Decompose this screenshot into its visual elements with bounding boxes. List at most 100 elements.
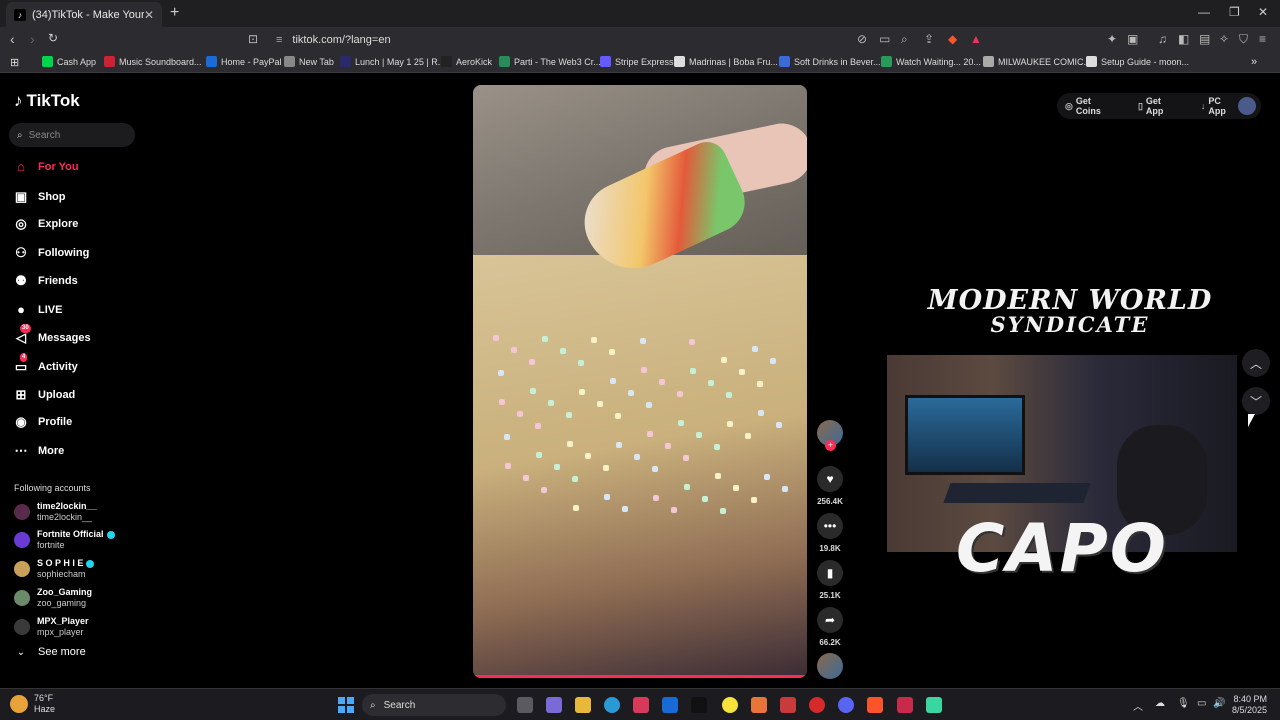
sidebar-item-following[interactable]: ⚇ Following [12, 245, 89, 261]
tray-overflow-icon[interactable]: ︿ [1133, 698, 1143, 713]
comment-button[interactable]: ••• 19.8K [815, 513, 845, 553]
sidebar-item-explore[interactable]: ◎ Explore [12, 216, 78, 232]
app-icon-tf[interactable] [780, 697, 796, 713]
snapchat-icon[interactable] [722, 697, 738, 713]
get-coins-button[interactable]: ◎ Get Coins [1065, 96, 1126, 116]
bookmark-item[interactable]: Madrinas | Boba Fru... [674, 56, 778, 67]
restore-button[interactable]: ❐ [1229, 5, 1240, 19]
music-disc[interactable] [815, 653, 845, 679]
copilot-icon[interactable] [546, 697, 562, 713]
following-account-item[interactable]: Fortnite Official fortnite [14, 529, 115, 551]
no-tracking-icon[interactable]: ⊘ [857, 32, 867, 46]
sidebar-item-messages[interactable]: ◁ 30 Messages [12, 324, 91, 346]
windows-start-icon[interactable] [338, 697, 354, 713]
app-icon-red[interactable] [897, 697, 913, 713]
search-input[interactable]: ⌕ Search [9, 123, 135, 147]
follow-plus-icon[interactable]: + [825, 440, 836, 451]
music-disc-icon [817, 653, 843, 679]
vpn-icon[interactable]: ⛉ [1239, 32, 1248, 47]
bookmark-item[interactable]: New Tab [284, 56, 334, 67]
site-settings-icon[interactable]: ≡ [276, 34, 282, 46]
wallet-icon[interactable]: ▤ [1199, 32, 1210, 46]
tab-search-icon[interactable]: ▣ [1127, 32, 1138, 46]
see-more-button[interactable]: ⌄ See more [12, 646, 86, 658]
apps-grid-icon[interactable]: ⊞ [10, 56, 19, 69]
onedrive-icon[interactable]: ☁ [1155, 698, 1165, 709]
tiktok-app-icon[interactable] [691, 697, 707, 713]
bookmark-item[interactable]: Lunch | May 1 25 | R... [340, 56, 445, 67]
task-view-icon[interactable] [517, 697, 533, 713]
bookmark-item[interactable]: Watch Waiting... 20... [881, 56, 981, 67]
bookmark-item[interactable]: Stripe Express [600, 56, 674, 67]
app-icon-orange[interactable] [751, 697, 767, 713]
cast-icon[interactable]: ▭ [879, 32, 890, 46]
video-progress-bar[interactable] [473, 675, 807, 678]
sidebar-item-upload[interactable]: ⊞ Upload [12, 387, 76, 403]
forward-button[interactable]: › [30, 31, 35, 47]
new-tab-button[interactable]: + [170, 4, 179, 22]
weather-widget[interactable]: 76°F Haze [10, 693, 55, 715]
brave-shield-icon[interactable]: ◆ [948, 32, 957, 46]
sidebar-item-for-you[interactable]: ⌂ For You [12, 159, 78, 174]
sidebar-toggle-icon[interactable]: ◧ [1178, 32, 1189, 46]
close-tab-icon[interactable]: ✕ [144, 8, 154, 22]
leo-ai-icon[interactable]: ✧ [1219, 32, 1229, 46]
previous-video-button[interactable]: ︿ [1242, 349, 1270, 377]
bookmark-item[interactable]: Cash App [42, 56, 96, 67]
bookmark-item[interactable]: Music Soundboard... [104, 56, 202, 67]
discord-icon[interactable] [838, 697, 854, 713]
like-button[interactable]: ♥ 256.4K [815, 466, 845, 506]
minimize-button[interactable]: — [1198, 5, 1210, 19]
sidebar-item-more[interactable]: ⋯ More [12, 443, 65, 459]
reload-button[interactable]: ↻ [48, 31, 58, 45]
browser-tab[interactable]: ♪ (34)TikTok - Make Your Day ✕ [6, 2, 162, 27]
following-account-item[interactable]: Zoo_Gaming zoo_gaming [14, 587, 92, 609]
volume-icon[interactable]: 🔊 [1213, 698, 1225, 709]
menu-icon[interactable]: ≡ [1259, 32, 1266, 46]
bookmark-item[interactable]: Setup Guide - moon... [1086, 56, 1189, 67]
sidebar-item-shop[interactable]: ▣ Shop [12, 189, 66, 205]
share-icon[interactable]: ⇪ [924, 32, 934, 46]
bookmark-item[interactable]: MILWAUKEE COMIC... [983, 56, 1091, 67]
bookmark-item[interactable]: Parti - The Web3 Cr... [499, 56, 601, 67]
bookmark-item[interactable]: Soft Drinks in Bever... [779, 56, 881, 67]
video-player[interactable] [473, 85, 807, 678]
bookmark-item[interactable]: AeroKick [441, 56, 492, 67]
opera-icon[interactable] [809, 697, 825, 713]
store-icon[interactable] [633, 697, 649, 713]
sidebar-item-live[interactable]: ● LIVE [12, 302, 62, 317]
close-window-button[interactable]: ✕ [1258, 5, 1268, 19]
profile-avatar[interactable] [1238, 97, 1256, 115]
sidebar-item-profile[interactable]: ◉ Profile [12, 414, 72, 430]
more-bookmarks-icon[interactable]: » [1251, 56, 1257, 68]
app-icon-green[interactable] [926, 697, 942, 713]
bookmarks-bar: ⊞ Cash App Music Soundboard... Home - PayP… [0, 53, 1280, 73]
outlook-icon[interactable] [662, 697, 678, 713]
taskbar-clock[interactable]: 8:40 PM 8/5/2025 [1232, 694, 1267, 716]
sidebar-item-activity[interactable]: ▭ 4 Activity [12, 353, 78, 375]
following-account-item[interactable]: time2lockin__ time2lockin__ [14, 501, 97, 523]
taskbar-search[interactable]: ⌕ Search [362, 694, 506, 716]
following-account-item[interactable]: MPX_Player mpx_player [14, 616, 89, 638]
get-app-button[interactable]: ▯ Get App [1138, 96, 1189, 116]
network-icon[interactable]: ▭ [1197, 698, 1206, 709]
save-button[interactable]: ▮ 25.1K [815, 560, 845, 600]
bookmark-icon[interactable]: ⊡ [248, 32, 258, 46]
bookmark-item[interactable]: Home - PayPal [206, 56, 282, 67]
extensions-icon[interactable]: ✦ [1107, 32, 1117, 46]
share-button[interactable]: ➦ 66.2K [815, 607, 845, 647]
microphone-icon[interactable]: 🎙 [1177, 698, 1190, 709]
following-account-item[interactable]: S O P H I Esophiecham [14, 558, 95, 580]
more-icon: ⋯ [14, 443, 28, 458]
back-button[interactable]: ‹ [10, 31, 15, 47]
brave-icon[interactable] [867, 697, 883, 713]
creator-avatar[interactable]: + [815, 420, 845, 451]
sidebar-item-friends[interactable]: ⚉ Friends [12, 273, 78, 289]
zoom-icon[interactable]: ⌕ [901, 32, 908, 47]
brave-rewards-icon[interactable]: ▲ [970, 32, 982, 46]
edge-icon[interactable] [604, 697, 620, 713]
media-icon[interactable]: ♫ [1158, 32, 1167, 46]
tiktok-logo[interactable]: ♪ TikTok [14, 91, 80, 111]
next-video-button[interactable]: ﹀ [1242, 387, 1270, 415]
file-explorer-icon[interactable] [575, 697, 591, 713]
